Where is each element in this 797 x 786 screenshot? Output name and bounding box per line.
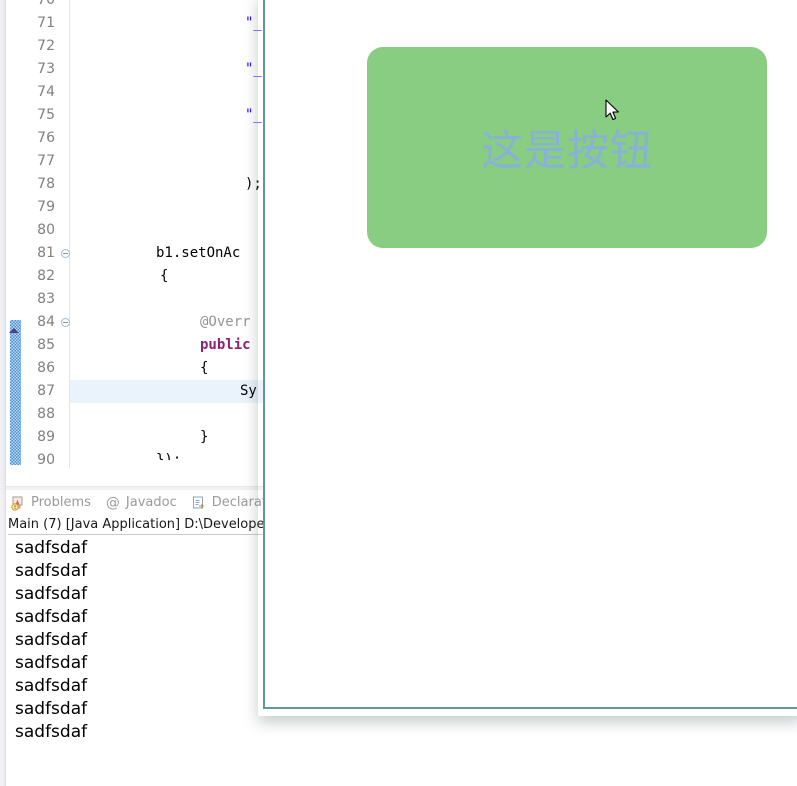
line-number: 82 <box>37 268 55 284</box>
code-token: Sy <box>240 383 257 399</box>
console-output-line: sadfsdaf <box>15 722 88 742</box>
line-number: 72 <box>37 38 55 54</box>
line-number: 83 <box>37 291 55 307</box>
line-number: 74 <box>37 84 55 100</box>
line-number: 89 <box>37 429 55 445</box>
view-tab-label: Problems <box>31 495 91 510</box>
fold-collapse-icon[interactable] <box>61 318 70 327</box>
code-token: b1.setOnAc <box>156 245 241 261</box>
code-token: { <box>160 268 169 284</box>
code-token: }); <box>156 452 182 460</box>
code-token: { <box>200 360 209 376</box>
line-number: 81 <box>37 245 55 261</box>
code-token: "_ <box>245 15 262 31</box>
line-number: 76 <box>37 130 55 146</box>
javadoc-icon: @ <box>105 494 120 511</box>
view-tab-problems[interactable]: Problems <box>6 490 101 515</box>
line-number: 86 <box>37 360 55 376</box>
line-number: 90 <box>37 452 55 468</box>
line-number: 85 <box>37 337 55 353</box>
screen: 70 71 72 73 74 75 76 77 78 79 80 81 82 83 84 85 86 87 88 89… <box>0 0 797 786</box>
line-number: 78 <box>37 176 55 192</box>
line-number: 70 <box>37 0 55 8</box>
code-token: "_ <box>245 107 262 123</box>
javafx-application-window[interactable]: 这是按钮 <box>263 0 797 709</box>
line-number: 79 <box>37 199 55 215</box>
declaration-icon <box>191 495 207 511</box>
problems-icon <box>10 495 26 511</box>
line-number: 84 <box>37 314 55 330</box>
code-token: @Overr <box>200 314 251 330</box>
view-tab-label: Javadoc <box>125 495 177 510</box>
fold-collapse-icon[interactable] <box>61 249 70 258</box>
code-token: } <box>200 429 209 445</box>
green-button-label: 这是按钮 <box>480 126 653 175</box>
view-tab-javadoc[interactable]: @ Javadoc <box>101 490 187 515</box>
line-number: 73 <box>37 61 55 77</box>
line-number: 71 <box>37 15 55 31</box>
line-number: 80 <box>37 222 55 238</box>
editor-line-number-gutter: 70 71 72 73 74 75 76 77 78 79 80 81 82 83 84 85 86 87 88 89… <box>21 0 70 468</box>
code-token: ); <box>245 176 262 192</box>
code-token: "_ <box>245 61 262 77</box>
code-token: public <box>200 337 251 353</box>
line-number: 77 <box>37 153 55 169</box>
line-number: 88 <box>37 406 55 422</box>
line-number: 87 <box>37 383 55 399</box>
line-number: 75 <box>37 107 55 123</box>
green-button[interactable]: 这是按钮 <box>367 47 767 248</box>
